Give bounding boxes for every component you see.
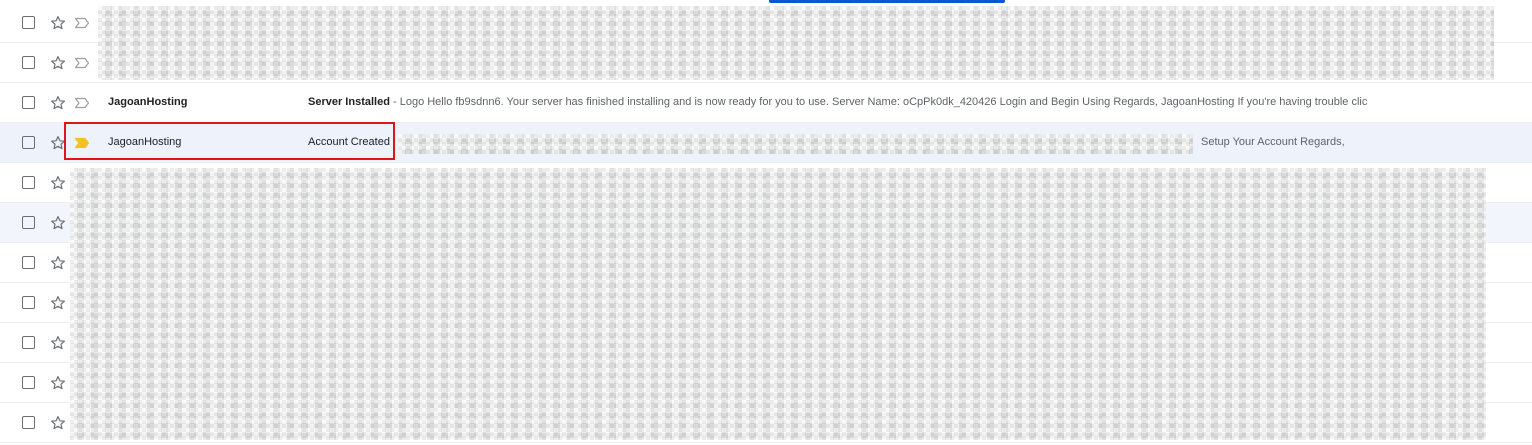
email-row[interactable] [0,203,1532,243]
star-icon[interactable] [50,175,66,191]
checkbox-icon[interactable] [22,16,35,29]
checkbox-icon[interactable] [22,136,35,149]
email-row[interactable] [0,3,1532,43]
checkbox-icon[interactable] [22,296,35,309]
checkbox-icon[interactable] [22,376,35,389]
email-row[interactable]: JagoanHosting Server Installed - Logo He… [0,83,1532,123]
email-row[interactable] [0,283,1532,323]
snippet: - Logo Hello fb9sdnn6. Your server has f… [389,96,1368,108]
star-icon[interactable] [50,135,66,151]
star-icon[interactable] [50,415,66,431]
email-row[interactable] [0,43,1532,83]
subject-line: Server Installed - Logo Hello fb9sdnn6. … [308,83,1368,122]
sender-name: JagoanHosting [108,96,188,108]
star-icon[interactable] [50,215,66,231]
checkbox-icon[interactable] [22,216,35,229]
email-row[interactable]: JagoanHosting Account Created Setup Your… [0,123,1532,163]
email-list: JagoanHosting Server Installed - Logo He… [0,3,1532,443]
snippet-tail: Setup Your Account Regards, [1201,136,1345,148]
email-row[interactable] [0,403,1532,443]
checkbox-icon[interactable] [22,56,35,69]
checkbox-icon[interactable] [22,176,35,189]
checkbox-icon[interactable] [22,416,35,429]
star-icon[interactable] [50,255,66,271]
checkbox-icon[interactable] [22,96,35,109]
email-row[interactable] [0,323,1532,363]
checkbox-icon[interactable] [22,256,35,269]
important-marker-icon[interactable] [74,57,90,69]
subject: Account Created [308,136,390,148]
star-icon[interactable] [50,15,66,31]
star-icon[interactable] [50,55,66,71]
email-row[interactable] [0,363,1532,403]
star-icon[interactable] [50,95,66,111]
subject: Server Installed [308,96,390,108]
star-icon[interactable] [50,335,66,351]
important-marker-icon[interactable] [74,97,90,109]
subject-line: Account Created [308,123,390,162]
checkbox-icon[interactable] [22,336,35,349]
important-marker-icon[interactable] [74,17,90,29]
important-marker-icon[interactable] [74,137,90,149]
star-icon[interactable] [50,295,66,311]
star-icon[interactable] [50,375,66,391]
sender-name: JagoanHosting [108,136,182,148]
email-row[interactable] [0,243,1532,283]
email-row[interactable] [0,163,1532,203]
